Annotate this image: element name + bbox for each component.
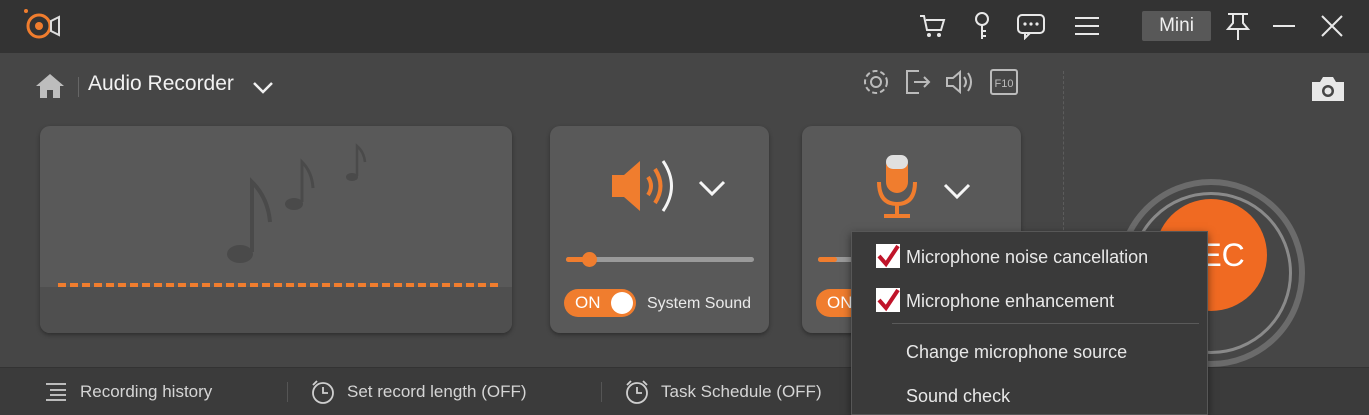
camera-icon[interactable] [1309, 74, 1347, 104]
checkbox-checked-icon[interactable] [876, 244, 900, 268]
list-icon [46, 383, 66, 401]
page-title: Audio Recorder [88, 72, 234, 95]
recording-history-button[interactable]: Recording history [44, 368, 212, 415]
menu-item-enhancement[interactable]: Microphone enhancement [852, 280, 1207, 320]
minimize-icon[interactable] [1267, 10, 1301, 42]
timer-icon [312, 380, 334, 404]
export-icon[interactable] [901, 67, 933, 97]
set-record-length-button[interactable]: Set record length (OFF) [311, 368, 527, 415]
svg-text:F10: F10 [995, 78, 1014, 90]
system-sound-toggle[interactable]: ON [564, 289, 636, 317]
volume-icon[interactable] [944, 67, 976, 97]
f10-hotkey-icon[interactable]: F10 [988, 67, 1020, 97]
app-logo-icon [24, 9, 60, 39]
close-icon[interactable] [1315, 10, 1349, 42]
header-divider [78, 77, 79, 97]
menu-item-change-source[interactable]: Change microphone source [852, 331, 1207, 371]
chevron-down-icon[interactable] [250, 77, 276, 97]
task-schedule-button[interactable]: Task Schedule (OFF) [625, 368, 822, 415]
title-bar: Mini [0, 0, 1369, 53]
audio-waveform-line [58, 283, 498, 287]
feedback-icon[interactable] [1014, 10, 1048, 42]
menu-item-sound-check[interactable]: Sound check [852, 375, 1207, 415]
app-window: Mini Audio Recorder F10 ON System Sound … [0, 0, 1369, 415]
home-icon[interactable] [34, 72, 66, 100]
alarm-clock-icon [626, 380, 648, 404]
speaker-icon[interactable] [610, 155, 684, 217]
system-volume-slider[interactable] [566, 252, 754, 267]
menu-icon[interactable] [1070, 10, 1104, 42]
settings-icon[interactable] [860, 67, 892, 97]
cart-icon[interactable] [915, 10, 949, 42]
microphone-options-menu: Microphone noise cancellation Microphone… [851, 231, 1208, 415]
system-sound-panel: ON System Sound [550, 126, 769, 333]
pin-icon[interactable] [1221, 10, 1255, 42]
microphone-icon[interactable] [874, 152, 920, 220]
key-icon[interactable] [965, 10, 999, 42]
menu-item-noise-cancellation[interactable]: Microphone noise cancellation [852, 236, 1207, 276]
chevron-down-icon[interactable] [697, 178, 727, 198]
system-sound-label: System Sound [647, 295, 752, 312]
mini-mode-button[interactable]: Mini [1142, 11, 1211, 41]
audio-visualizer-panel [40, 126, 512, 333]
menu-divider [892, 323, 1199, 324]
music-notes-icon [227, 143, 367, 263]
chevron-down-icon[interactable] [942, 181, 972, 201]
checkbox-checked-icon[interactable] [876, 288, 900, 312]
